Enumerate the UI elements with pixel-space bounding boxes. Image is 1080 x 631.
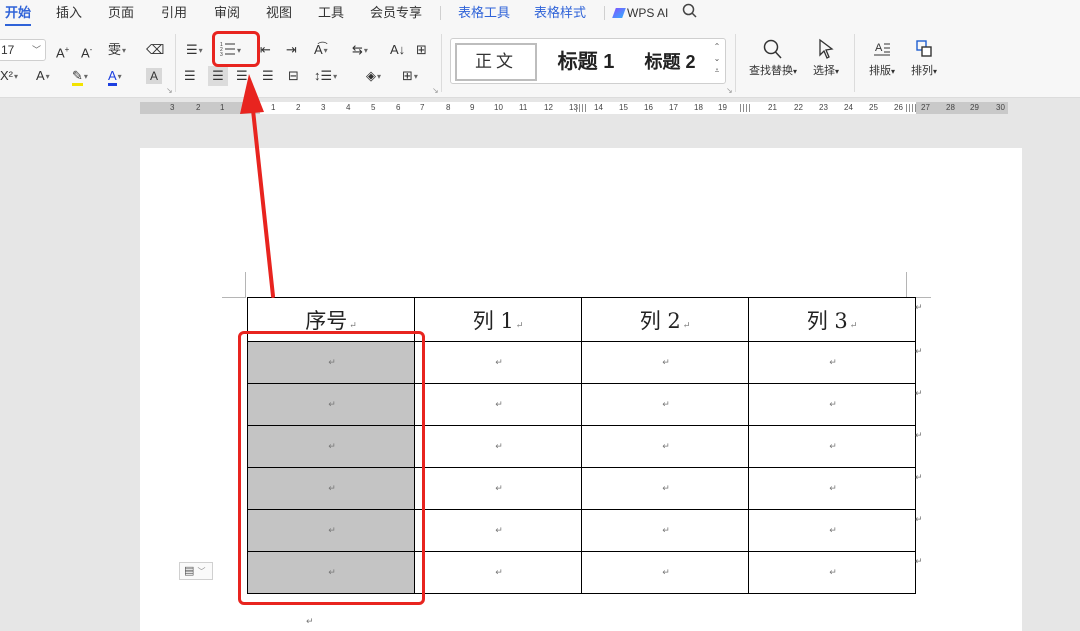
annotation-arrow-icon — [240, 74, 275, 298]
